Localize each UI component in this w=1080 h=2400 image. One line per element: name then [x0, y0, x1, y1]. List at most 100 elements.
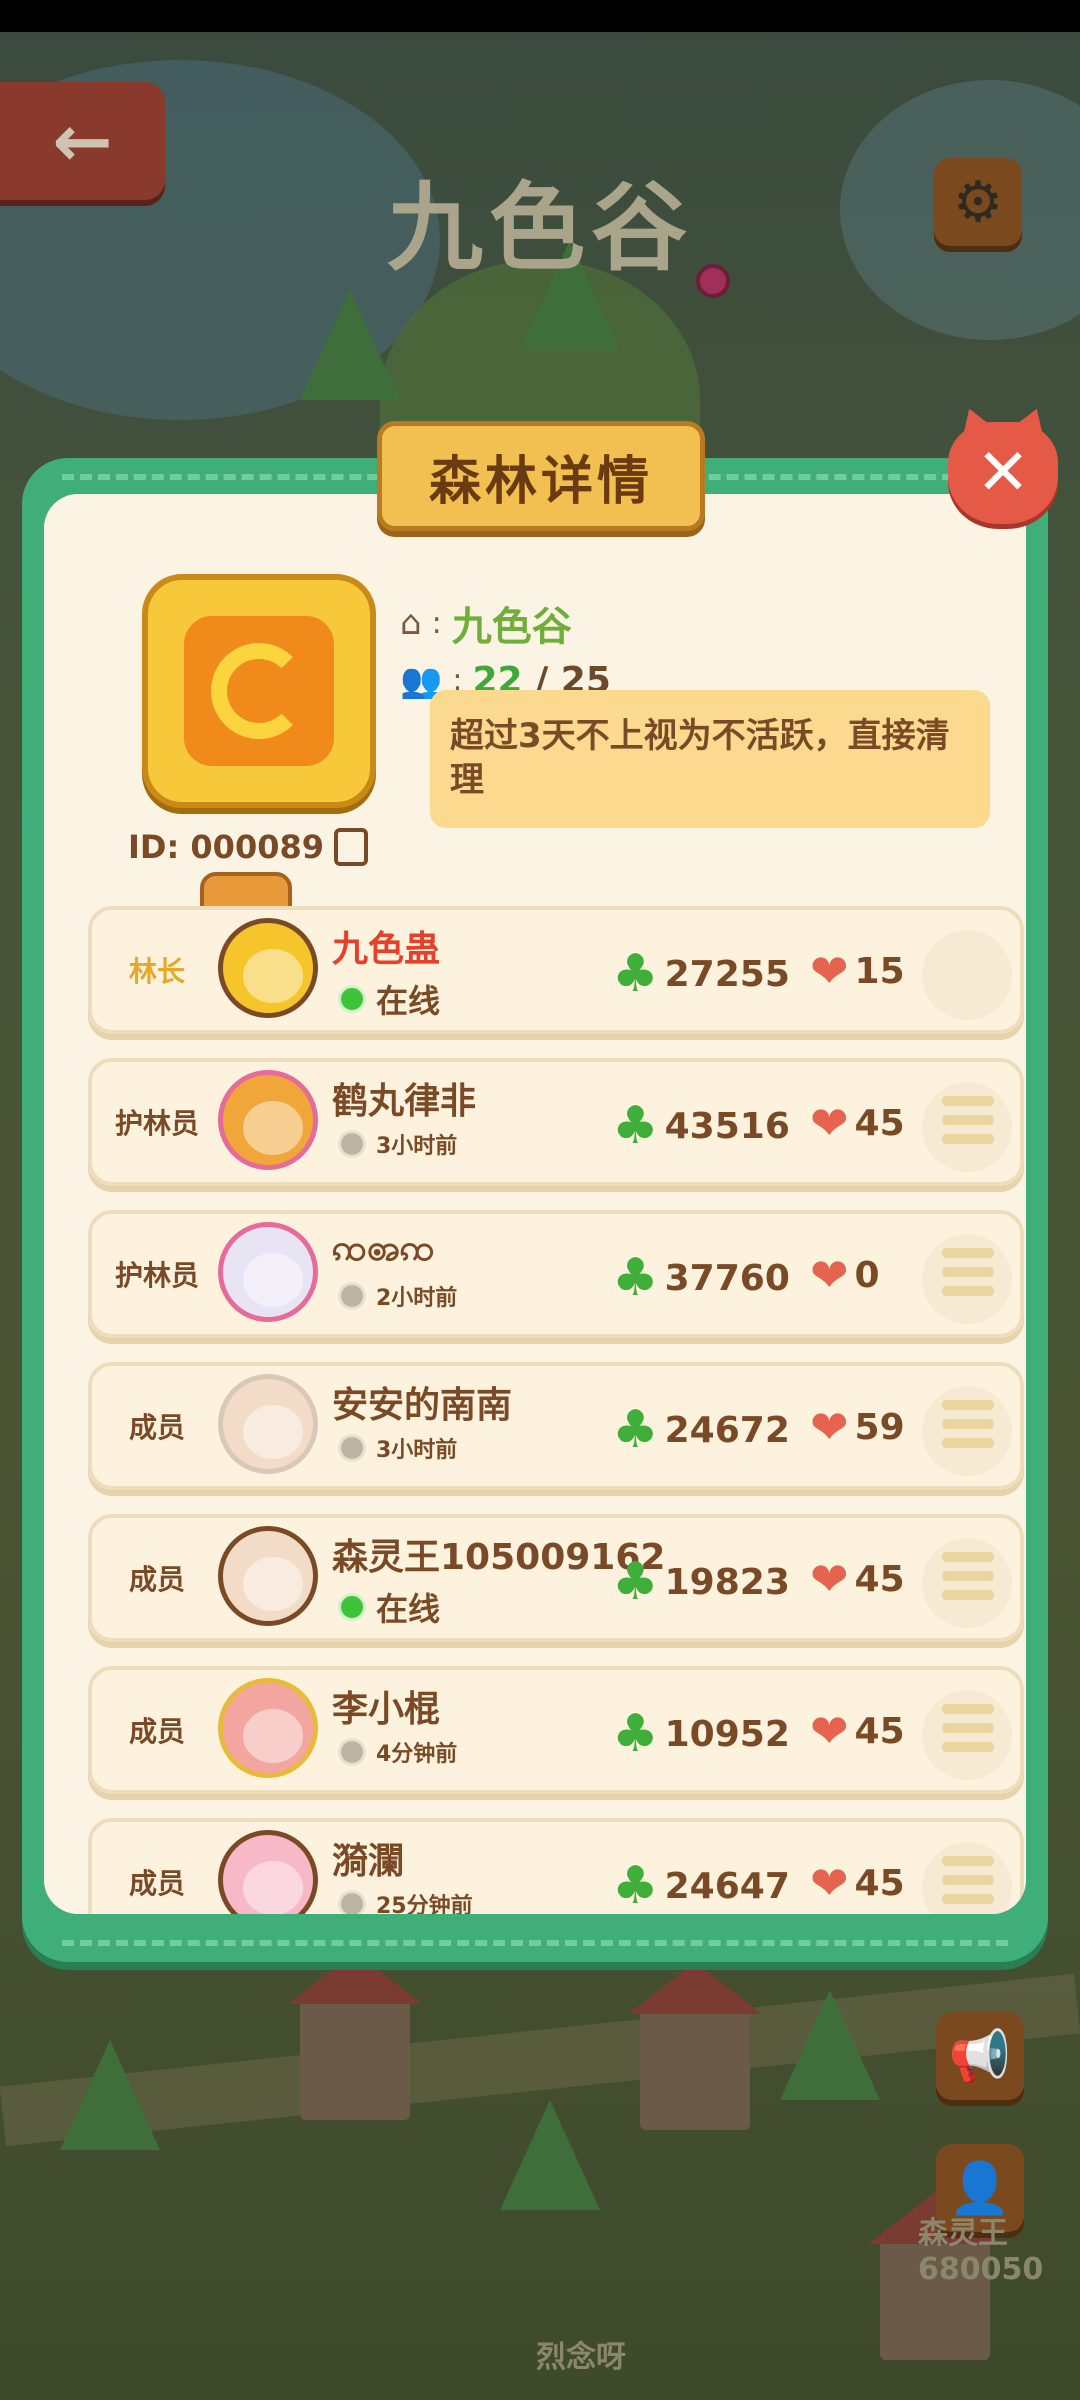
- dialog-content: ID: 000089 ⇥ ⌂ : 九色谷 👥 : 22 / 25 超过3天不上视…: [44, 494, 1026, 1914]
- status-bar: [0, 0, 1080, 32]
- member-row[interactable]: 成员 李小棍 4分钟前 ♣ 10952 ❤ 45: [88, 1666, 1024, 1794]
- heart-count: 45: [854, 1102, 905, 1144]
- dialog-title: 森林详情: [428, 451, 653, 512]
- avatar[interactable]: [218, 1678, 318, 1778]
- heart-stat: ❤ 45: [810, 1708, 905, 1754]
- avatar[interactable]: [218, 1070, 318, 1170]
- clover-stat: ♣ 43516: [612, 1100, 790, 1152]
- status-text: 2小时前: [376, 1286, 458, 1311]
- avatar[interactable]: [218, 918, 318, 1018]
- heart-stat: ❤ 45: [810, 1100, 905, 1146]
- member-menu-button[interactable]: [942, 1552, 994, 1600]
- member-status: 3小时前: [338, 1128, 457, 1160]
- clover-stat: ♣ 27255: [612, 948, 790, 1000]
- member-status: 4分钟前: [338, 1736, 457, 1768]
- megaphone-icon: 📢: [948, 2026, 1012, 2085]
- announcement-button[interactable]: 📢: [936, 2012, 1024, 2100]
- forest-id-label: ID: 000089: [128, 828, 324, 866]
- heart-stat: ❤ 15: [810, 948, 905, 994]
- home-icon: ⌂: [400, 603, 422, 643]
- close-icon: ✕: [976, 436, 1030, 510]
- member-role: 成员: [128, 1563, 185, 1596]
- map-player-name: 森灵王680050: [918, 2216, 1044, 2287]
- status-dot-icon: [338, 1890, 366, 1914]
- forest-emblem: [142, 574, 376, 808]
- status-text: 在线: [376, 982, 441, 1020]
- avatar[interactable]: [218, 1526, 318, 1626]
- clover-count: 27255: [664, 953, 790, 995]
- copy-icon[interactable]: [324, 828, 368, 874]
- member-role: 成员: [128, 1867, 185, 1900]
- member-status: 2小时前: [338, 1280, 457, 1312]
- clover-stat: ♣ 24672: [612, 1404, 790, 1456]
- dialog-title-banner: 森林详情: [377, 421, 705, 531]
- member-status: 在线: [338, 976, 440, 1022]
- status-dot-icon: [338, 1434, 366, 1462]
- heart-icon: ❤: [810, 1704, 849, 1758]
- heart-count: 0: [854, 1254, 880, 1296]
- member-menu-button[interactable]: [942, 1856, 994, 1904]
- member-menu-button[interactable]: [942, 1400, 994, 1448]
- member-name: 李小棍: [332, 1689, 441, 1730]
- member-name: 鹤丸律非: [332, 1081, 477, 1122]
- status-dot-icon: [338, 1130, 366, 1158]
- tree: [300, 290, 400, 400]
- panel-border-dash: [62, 1940, 1008, 1946]
- heart-count: 15: [854, 950, 905, 992]
- member-row[interactable]: 护林员 ꩡꩨꩡ 2小时前 ♣ 37760 ❤ 0: [88, 1210, 1024, 1338]
- avatar[interactable]: [218, 1222, 318, 1322]
- member-row[interactable]: 林长 九色蛊 在线 ♣ 27255 ❤ 15: [88, 906, 1024, 1034]
- member-role: 护林员: [114, 1107, 199, 1140]
- clover-count: 43516: [664, 1105, 790, 1147]
- clover-count: 24672: [664, 1409, 790, 1451]
- member-role: 成员: [128, 1715, 185, 1748]
- member-role: 成员: [128, 1411, 185, 1444]
- heart-stat: ❤ 45: [810, 1556, 905, 1602]
- avatar[interactable]: [218, 1374, 318, 1474]
- heart-count: 45: [854, 1710, 905, 1752]
- heart-icon: ❤: [810, 944, 849, 998]
- decor-ghost: [922, 930, 1012, 1020]
- settings-button[interactable]: ⚙: [934, 158, 1022, 246]
- house: [628, 1962, 762, 2130]
- member-menu-button[interactable]: [942, 1096, 994, 1144]
- clover-icon: ♣: [612, 1704, 659, 1764]
- tree: [500, 2100, 600, 2210]
- map-pin-icon: [696, 264, 730, 298]
- map-player-name: 烈念呀: [536, 2340, 626, 2375]
- member-role: 林长: [128, 955, 185, 988]
- forest-id: ID: 000089: [128, 828, 368, 874]
- status-dot-icon: [338, 1738, 366, 1766]
- avatar[interactable]: [218, 1830, 318, 1914]
- heart-icon: ❤: [810, 1248, 849, 1302]
- member-menu-button[interactable]: [942, 1704, 994, 1752]
- clover-icon: ♣: [612, 1552, 659, 1612]
- status-text: 25分钟前: [376, 1894, 473, 1914]
- status-text: 3小时前: [376, 1134, 458, 1159]
- clover-icon: ♣: [612, 1096, 659, 1156]
- member-row[interactable]: 护林员 鹤丸律非 3小时前 ♣ 43516 ❤ 45: [88, 1058, 1024, 1186]
- member-row[interactable]: 成员 安安的南南 3小时前 ♣ 24672 ❤ 59: [88, 1362, 1024, 1490]
- member-status: 3小时前: [338, 1432, 457, 1464]
- clover-count: 24647: [664, 1865, 790, 1907]
- heart-count: 59: [854, 1406, 905, 1448]
- clover-count: 19823: [664, 1561, 790, 1603]
- member-menu-button[interactable]: [942, 1248, 994, 1296]
- close-button[interactable]: ✕: [948, 422, 1058, 524]
- heart-count: 45: [854, 1558, 905, 1600]
- member-name: ꩡꩨꩡ: [332, 1228, 435, 1269]
- left-arrow-icon: ←: [52, 99, 113, 183]
- swirl-icon: [211, 643, 307, 739]
- back-button[interactable]: ←: [0, 82, 165, 200]
- status-dot-icon: [338, 1282, 366, 1310]
- house: [288, 1952, 422, 2120]
- member-name: 安安的南南: [332, 1385, 513, 1426]
- member-row[interactable]: 成员 漪瀾 25分钟前 ♣ 24647 ❤ 45: [88, 1818, 1024, 1914]
- clover-stat: ♣ 24647: [612, 1860, 790, 1912]
- tree: [60, 2040, 160, 2150]
- clover-count: 37760: [664, 1257, 790, 1299]
- member-row[interactable]: 成员 森灵王105009162 在线 ♣ 19823 ❤ 45: [88, 1514, 1024, 1642]
- forest-details-dialog: ID: 000089 ⇥ ⌂ : 九色谷 👥 : 22 / 25 超过3天不上视…: [22, 458, 1048, 1962]
- clover-stat: ♣ 37760: [612, 1252, 790, 1304]
- heart-count: 45: [854, 1862, 905, 1904]
